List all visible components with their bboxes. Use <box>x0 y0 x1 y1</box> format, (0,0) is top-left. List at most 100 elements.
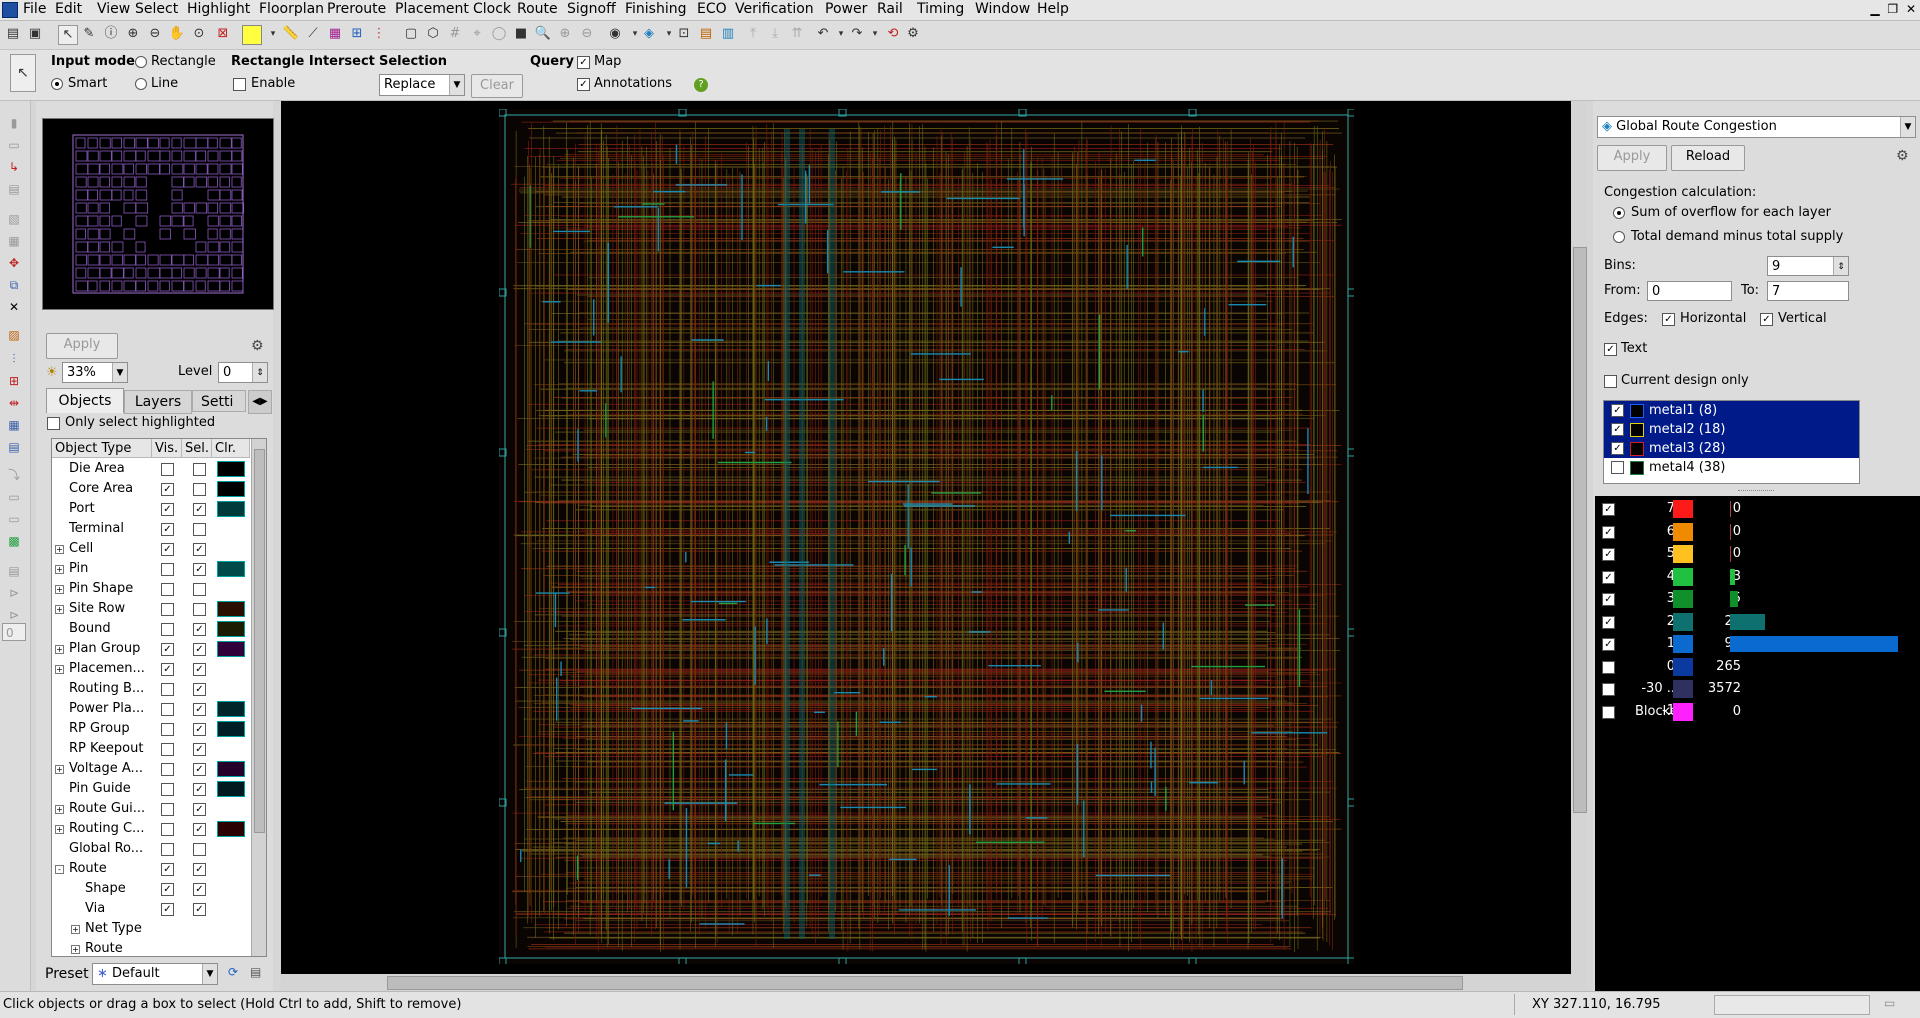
square-icon[interactable]: ■ <box>512 25 530 43</box>
tree-row[interactable]: Core Area ✓ <box>52 479 248 499</box>
selectable-checkbox[interactable] <box>193 523 206 536</box>
legend-checkbox[interactable]: ✓ <box>1602 503 1615 516</box>
net-icon[interactable]: ⋮ <box>370 25 388 43</box>
selectable-checkbox[interactable]: ✓ <box>193 783 206 796</box>
poly-select-icon[interactable]: ⬡ <box>424 25 442 43</box>
expand-icon[interactable]: + <box>55 825 64 834</box>
color-swatch[interactable] <box>217 621 245 637</box>
gear-icon[interactable]: ⚙ <box>251 338 264 354</box>
level-spinbox[interactable]: 0 ⇕ <box>218 362 268 383</box>
tool-icon[interactable]: ⊳ <box>6 585 22 601</box>
history-icon[interactable]: ⟲ <box>884 25 902 43</box>
selectable-checkbox[interactable]: ✓ <box>193 683 206 696</box>
selectable-checkbox[interactable]: ✓ <box>193 863 206 876</box>
tree-row[interactable]: + Pin Shape <box>52 579 248 599</box>
visible-checkbox[interactable] <box>161 603 174 616</box>
tree-row[interactable]: + Net Type <box>52 919 248 939</box>
zoom-in-icon[interactable]: ⊕ <box>124 25 142 43</box>
tree-row[interactable]: + Voltage A... ✓ <box>52 759 248 779</box>
tab-scroll-icon[interactable]: ◀▶ <box>248 390 272 414</box>
delete-icon[interactable]: ✕ <box>6 299 22 315</box>
h-scrollbar[interactable] <box>281 974 1571 990</box>
tree-row[interactable]: Bound ✓ <box>52 619 248 639</box>
measure-icon[interactable]: ⟋ <box>304 25 322 43</box>
rect-select-icon[interactable]: ▢ <box>402 25 420 43</box>
visible-checkbox[interactable] <box>161 463 174 476</box>
selectable-checkbox[interactable]: ✓ <box>193 543 206 556</box>
scroll-thumb[interactable] <box>254 449 265 833</box>
visible-checkbox[interactable]: ✓ <box>161 503 174 516</box>
settings-tool-icon[interactable]: ⚙ <box>904 25 922 43</box>
tool-icon[interactable]: ▧ <box>6 211 22 227</box>
legend-checkbox[interactable] <box>1602 683 1615 696</box>
gear-icon[interactable]: ⚙ <box>1896 148 1909 164</box>
tool-icon[interactable]: ▤ <box>6 563 22 579</box>
tree-row[interactable]: + Pin ✓ <box>52 559 248 579</box>
selectable-checkbox[interactable]: ✓ <box>193 563 206 576</box>
selectable-checkbox[interactable]: ✓ <box>193 643 206 656</box>
map-checkbox[interactable]: ✓ <box>577 56 590 69</box>
tree-row[interactable]: Pin Guide ✓ <box>52 779 248 799</box>
line-radio[interactable] <box>135 78 147 90</box>
smart-radio[interactable] <box>51 78 63 90</box>
stack-icon[interactable]: ▤ <box>6 439 22 455</box>
tree-row[interactable]: - Route ✓ ✓ <box>52 859 248 879</box>
expand-icon[interactable]: + <box>55 665 64 674</box>
pointer-mode-icon[interactable]: ↖ <box>10 54 36 92</box>
visible-checkbox[interactable]: ✓ <box>161 883 174 896</box>
visible-checkbox[interactable]: ✓ <box>161 903 174 916</box>
tree-row[interactable]: + Cell ✓ ✓ <box>52 539 248 559</box>
expand-icon[interactable]: + <box>55 645 64 654</box>
color-swatch[interactable] <box>217 561 245 577</box>
tool-icon[interactable]: ▭ <box>6 489 22 505</box>
array-icon[interactable]: ▦ <box>6 417 22 433</box>
expand-icon[interactable]: + <box>55 545 64 554</box>
selectable-checkbox[interactable] <box>193 463 206 476</box>
legend-color-swatch[interactable] <box>1673 545 1693 563</box>
tree-row[interactable]: + Plan Group ✓ ✓ <box>52 639 248 659</box>
color-swatch[interactable] <box>217 781 245 797</box>
tool-icon[interactable]: ⤵ <box>6 467 22 483</box>
expand-icon[interactable]: + <box>71 925 80 934</box>
selectable-checkbox[interactable]: ✓ <box>193 663 206 676</box>
info-icon[interactable]: ⓘ <box>102 25 120 43</box>
selectable-checkbox[interactable]: ✓ <box>193 803 206 816</box>
menu-file[interactable]: File <box>23 1 46 17</box>
spread-icon[interactable]: ⇹ <box>6 395 22 411</box>
menu-power[interactable]: Power <box>825 1 867 17</box>
map-select[interactable]: ◈ Global Route Congestion ▼ <box>1597 116 1916 138</box>
selectable-checkbox[interactable]: ✓ <box>193 763 206 776</box>
preset-select[interactable]: ∗ Default ▼ <box>92 963 218 985</box>
help-icon[interactable]: ? <box>694 78 708 92</box>
visible-checkbox[interactable] <box>161 843 174 856</box>
tree-row[interactable]: + Site Row <box>52 599 248 619</box>
collapse-icon[interactable]: - <box>55 865 64 874</box>
enable-checkbox[interactable] <box>233 78 246 91</box>
from-field[interactable]: 0 <box>1647 281 1732 301</box>
dropdown-arrow-icon[interactable]: ▾ <box>264 25 282 43</box>
menu-eco[interactable]: ECO <box>697 1 727 17</box>
save-preset-icon[interactable]: ⟳ <box>228 965 238 979</box>
selectable-checkbox[interactable]: ✓ <box>193 903 206 916</box>
tree-row[interactable]: + Placemen... ✓ ✓ <box>52 659 248 679</box>
save-icon[interactable]: ▣ <box>26 25 44 43</box>
tool-icon[interactable]: ⊳ <box>6 607 22 623</box>
legend-checkbox[interactable]: ✓ <box>1602 548 1615 561</box>
h-scroll-thumb[interactable] <box>387 976 1463 990</box>
color-swatch[interactable] <box>217 721 245 737</box>
menu-floorplan[interactable]: Floorplan <box>259 1 324 17</box>
visible-checkbox[interactable] <box>161 563 174 576</box>
legend-color-swatch[interactable] <box>1673 567 1693 586</box>
menu-rail[interactable]: Rail <box>877 1 903 17</box>
move-top-icon[interactable]: ⇈ <box>788 25 806 43</box>
legend-color-swatch[interactable] <box>1673 680 1693 698</box>
menu-window[interactable]: Window <box>975 1 1030 17</box>
circle-icon[interactable]: ◯ <box>490 25 508 43</box>
tree-row[interactable]: Via ✓ ✓ <box>52 899 248 919</box>
search-icon[interactable]: 🔍 <box>534 25 552 43</box>
fit-all-icon[interactable]: ⊡ <box>675 25 693 43</box>
find-prev-icon[interactable]: ⊖ <box>578 25 596 43</box>
legend-checkbox[interactable]: ✓ <box>1602 593 1615 606</box>
selectable-checkbox[interactable] <box>193 603 206 616</box>
visible-checkbox[interactable] <box>161 703 174 716</box>
